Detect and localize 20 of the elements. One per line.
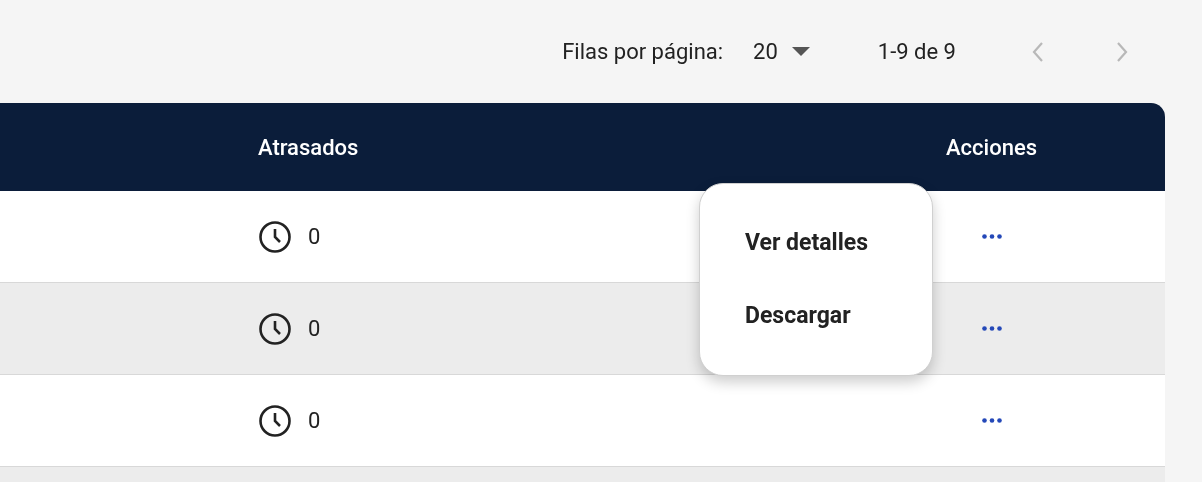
table-row[interactable]: 0 [0,375,1165,467]
chevron-right-icon [1115,40,1129,63]
column-header: Atrasados [258,134,359,160]
column-header: Acciones [946,133,1037,162]
menu-item[interactable]: Ver detalles [745,226,932,261]
overdue-count: 0 [308,407,321,435]
clock-icon [258,219,292,254]
caret-down-icon [791,47,810,56]
overdue-count: 0 [308,223,321,251]
more-icon [981,326,1002,331]
more-icon [981,418,1002,423]
rows-per-page-select[interactable]: 20 [753,35,810,68]
rows-per-page-label: Filas por página: [562,38,724,66]
overdue-count: 0 [308,315,321,343]
menu-item[interactable]: Descargar [745,298,932,333]
clock-icon [258,311,292,346]
clock-icon [258,403,292,438]
page-range: 1-9 de 9 [877,38,956,66]
chevron-left-icon [1031,40,1045,63]
more-icon [981,234,1002,239]
